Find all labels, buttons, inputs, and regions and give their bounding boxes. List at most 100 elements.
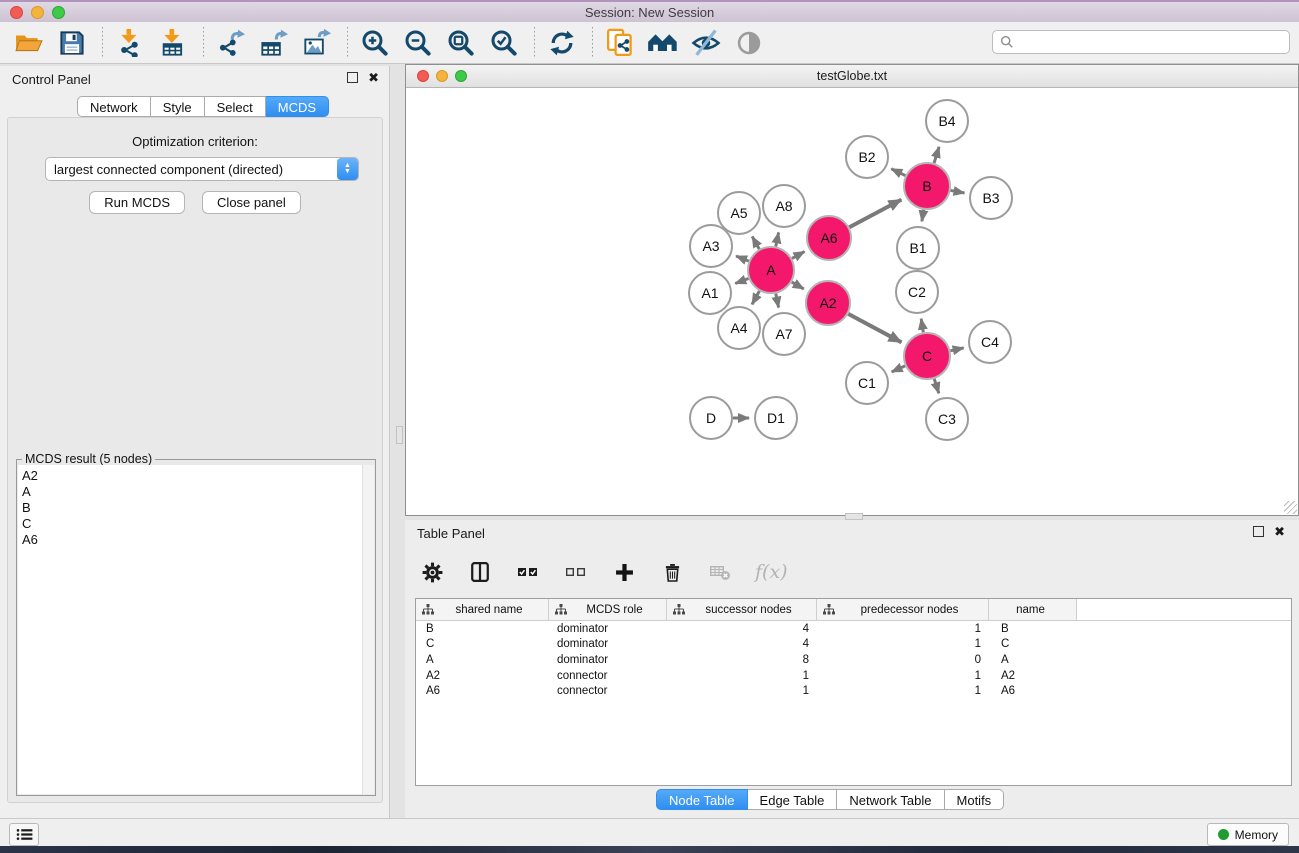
optimization-criterion-dropdown[interactable]: largest connected component (directed) ▲… — [45, 157, 359, 181]
edge-A2-C[interactable] — [848, 314, 901, 342]
edge-A-A2[interactable] — [792, 282, 804, 289]
column-header-mcds-role[interactable]: MCDS role — [549, 599, 667, 620]
result-item[interactable]: A2 — [22, 468, 363, 484]
graph-node-A2[interactable]: A2 — [806, 281, 850, 325]
delete-table-icon[interactable] — [707, 557, 733, 587]
resize-grip[interactable] — [1284, 501, 1297, 514]
graph-node-D[interactable]: D — [690, 397, 732, 439]
graph-node-C1[interactable]: C1 — [846, 362, 888, 404]
hide-selected-icon[interactable] — [689, 26, 723, 60]
export-table-icon[interactable] — [257, 26, 291, 60]
float-table-panel-icon[interactable] — [1253, 526, 1264, 537]
delete-icon[interactable] — [659, 557, 685, 587]
zoom-in-icon[interactable] — [358, 26, 392, 60]
run-mcds-button[interactable]: Run MCDS — [89, 191, 185, 214]
graph-node-B4[interactable]: B4 — [926, 100, 968, 142]
graph-node-B[interactable]: B — [904, 163, 950, 209]
first-neighbors-icon[interactable] — [646, 26, 680, 60]
close-panel-icon[interactable]: ✖ — [368, 72, 379, 83]
edge-B-B4[interactable] — [934, 147, 939, 163]
mcds-result-list[interactable]: A2 A B C A6 — [18, 465, 363, 794]
result-item[interactable]: A6 — [22, 532, 363, 548]
graph-node-A3[interactable]: A3 — [690, 225, 732, 267]
deselect-all-icon[interactable] — [563, 557, 589, 587]
edge-A-A8[interactable] — [776, 232, 779, 246]
zoom-fit-icon[interactable] — [444, 26, 478, 60]
settings-gear-icon[interactable] — [419, 557, 445, 587]
table-row[interactable]: A2connector11A2 — [416, 668, 1291, 684]
edge-B-B1[interactable] — [922, 210, 924, 222]
table-row[interactable]: Adominator80A — [416, 652, 1291, 668]
result-item[interactable]: A — [22, 484, 363, 500]
graph-node-C3[interactable]: C3 — [926, 398, 968, 440]
export-image-icon[interactable] — [300, 26, 334, 60]
memory-button[interactable]: Memory — [1207, 823, 1289, 846]
column-header-shared-name[interactable]: shared name — [416, 599, 549, 620]
search-field[interactable] — [992, 30, 1290, 54]
horizontal-splitter-nub[interactable] — [845, 513, 863, 520]
vertical-splitter-nub[interactable] — [396, 426, 403, 444]
clone-network-icon[interactable] — [603, 26, 637, 60]
edge-A6-B[interactable] — [849, 200, 901, 228]
column-header-predecessor-nodes[interactable]: predecessor nodes — [817, 599, 989, 620]
graph-node-A6[interactable]: A6 — [807, 216, 851, 260]
tab-network-table[interactable]: Network Table — [837, 789, 944, 810]
zoom-selected-icon[interactable] — [487, 26, 521, 60]
edge-B-B2[interactable] — [891, 169, 905, 176]
show-log-button[interactable] — [9, 823, 39, 846]
add-column-icon[interactable] — [611, 557, 637, 587]
column-header-successor-nodes[interactable]: successor nodes — [667, 599, 817, 620]
edge-A-A3[interactable] — [736, 256, 749, 261]
graph-node-C4[interactable]: C4 — [969, 321, 1011, 363]
function-builder-icon[interactable]: f(x) — [755, 557, 788, 587]
zoom-out-icon[interactable] — [401, 26, 435, 60]
edge-C-C1[interactable] — [892, 366, 905, 372]
edge-A-A1[interactable] — [735, 278, 748, 283]
tab-node-table[interactable]: Node Table — [656, 789, 748, 810]
graph-node-B3[interactable]: B3 — [970, 177, 1012, 219]
graph-node-B1[interactable]: B1 — [897, 227, 939, 269]
edge-A-A4[interactable] — [752, 291, 759, 304]
tab-style[interactable]: Style — [151, 96, 205, 117]
graph-node-A4[interactable]: A4 — [718, 307, 760, 349]
network-window-titlebar[interactable]: testGlobe.txt — [406, 65, 1298, 88]
edge-C-C4[interactable] — [950, 348, 963, 351]
graph-node-C2[interactable]: C2 — [896, 271, 938, 313]
graph-node-A1[interactable]: A1 — [689, 272, 731, 314]
save-session-icon[interactable] — [55, 26, 89, 60]
result-item[interactable]: C — [22, 516, 363, 532]
refresh-icon[interactable] — [545, 26, 579, 60]
edge-C-C2[interactable] — [921, 319, 923, 333]
export-network-icon[interactable] — [214, 26, 248, 60]
table-row[interactable]: Bdominator41B — [416, 621, 1291, 637]
network-canvas[interactable]: AA1A2A3A4A5A6A7A8BB1B2B3B4CC1C2C3C4DD1 — [406, 88, 1298, 515]
edge-A-A5[interactable] — [752, 237, 759, 250]
tab-select[interactable]: Select — [205, 96, 266, 117]
import-network-icon[interactable] — [113, 26, 147, 60]
close-table-panel-icon[interactable]: ✖ — [1274, 526, 1285, 537]
tab-motifs[interactable]: Motifs — [945, 789, 1005, 810]
edge-C-C3[interactable] — [934, 379, 939, 393]
result-scrollbar[interactable] — [362, 465, 374, 794]
result-item[interactable]: B — [22, 500, 363, 516]
graph-node-B2[interactable]: B2 — [846, 136, 888, 178]
float-panel-icon[interactable] — [347, 72, 358, 83]
graph-node-A[interactable]: A — [748, 247, 794, 293]
edge-B-B3[interactable] — [951, 190, 965, 193]
column-header-name[interactable]: name — [989, 599, 1077, 620]
graph-node-A7[interactable]: A7 — [763, 313, 805, 355]
tab-edge-table[interactable]: Edge Table — [748, 789, 838, 810]
edge-A-A6[interactable] — [792, 252, 804, 259]
show-columns-icon[interactable] — [467, 557, 493, 587]
edge-A-A7[interactable] — [776, 294, 779, 308]
import-table-icon[interactable] — [156, 26, 190, 60]
open-session-icon[interactable] — [12, 26, 46, 60]
graph-node-C[interactable]: C — [904, 333, 950, 379]
close-panel-button[interactable]: Close panel — [202, 191, 301, 214]
select-all-icon[interactable] — [515, 557, 541, 587]
table-row[interactable]: A6connector11A6 — [416, 683, 1291, 699]
graph-node-A8[interactable]: A8 — [763, 185, 805, 227]
graph-node-A5[interactable]: A5 — [718, 192, 760, 234]
tab-network[interactable]: Network — [77, 96, 151, 117]
tab-mcds[interactable]: MCDS — [266, 96, 329, 117]
